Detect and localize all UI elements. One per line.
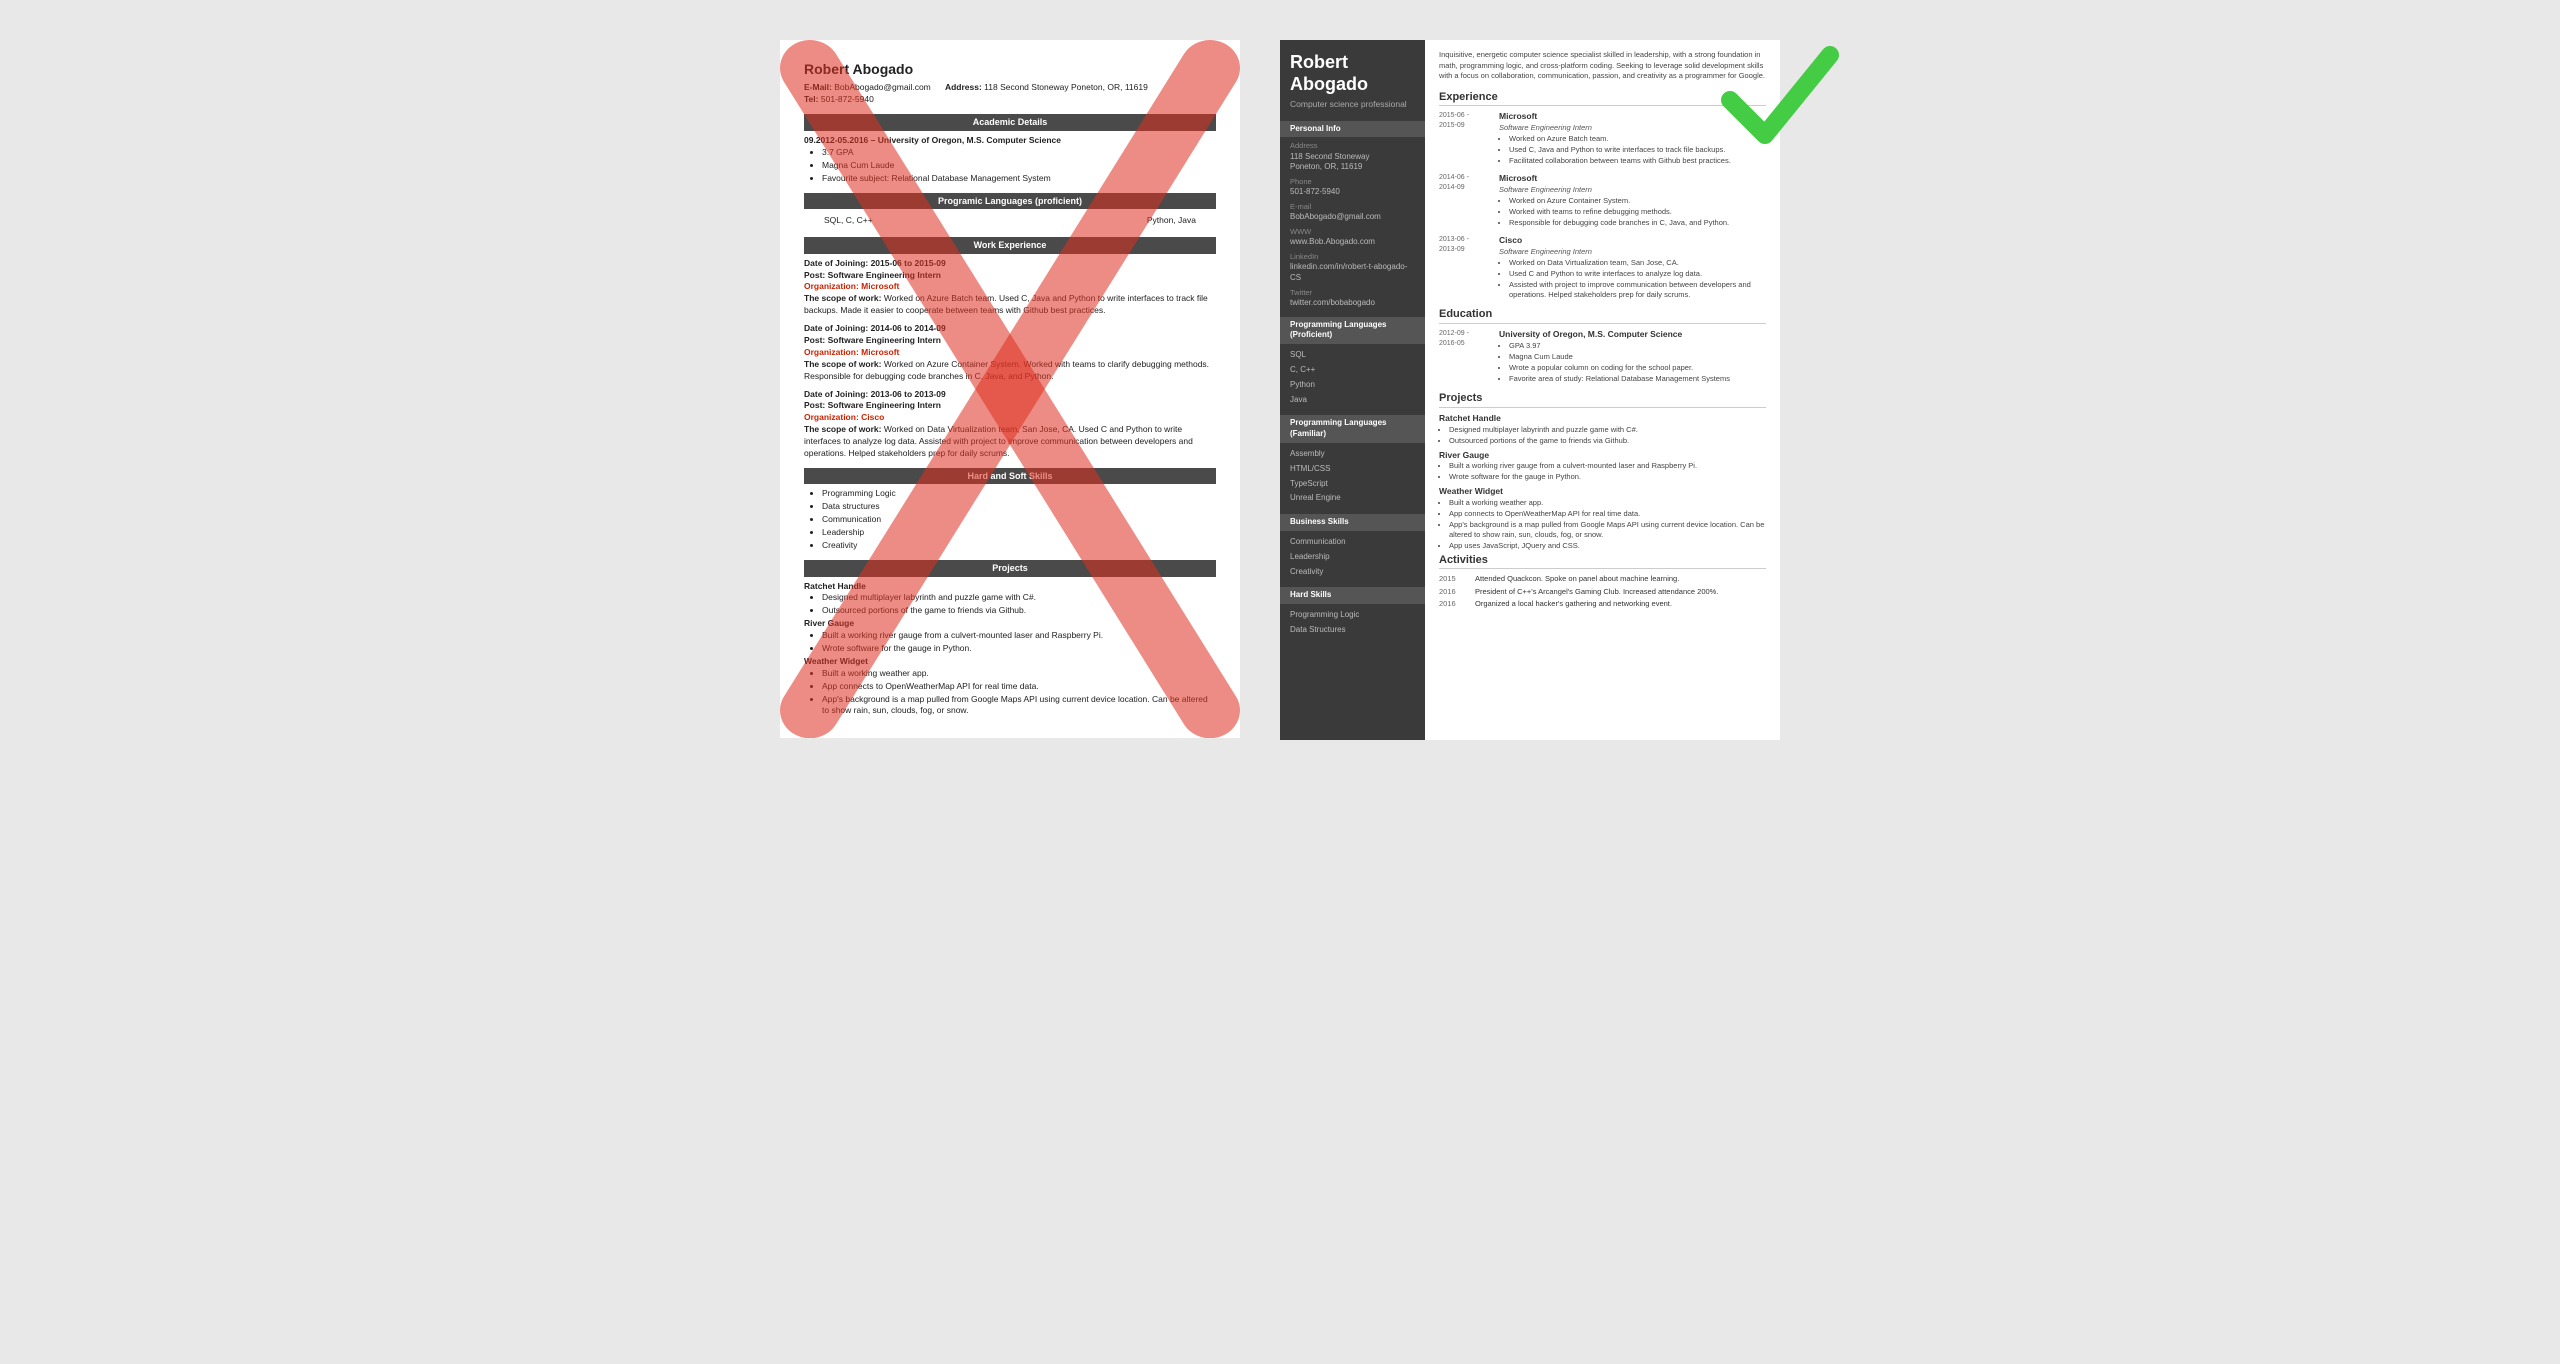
hard-header: Hard Skills [1280,587,1425,604]
business-header: Business Skills [1280,514,1425,531]
right-resume: RobertAbogado Computer science professio… [1280,40,1780,740]
prog-prof-list: SQLC, C++PythonJava [1290,348,1415,407]
sidebar-address: 118 Second StonewayPoneton, OR, 11619 [1290,152,1415,174]
edu-section-header: Education [1439,307,1766,324]
sidebar-list-item: Leadership [1290,550,1415,565]
activity-entry: 2015Attended Quackcon. Spoke on panel ab… [1439,574,1766,584]
left-name: Robert Abogado [804,60,1216,80]
activities-list: 2015Attended Quackcon. Spoke on panel ab… [1439,574,1766,608]
project-entry: Ratchet HandleDesigned multiplayer labyr… [1439,413,1766,446]
activity-entry: 2016Organized a local hacker's gathering… [1439,599,1766,609]
work-entry: Date of Joining: 2013-06 to 2013-09 Post… [804,389,1216,460]
sidebar-list-item: TypeScript [1290,477,1415,492]
sidebar-title: Computer science professional [1290,99,1415,110]
skills-header: Hard and Soft Skills [804,468,1216,485]
project-entry: River GaugeBuilt a working river gauge f… [1439,450,1766,483]
experience-list: 2015-06 -2015-09 Microsoft Software Engi… [1439,111,1766,301]
sidebar-list-item: Unreal Engine [1290,491,1415,506]
work-exp-header: Work Experience [804,237,1216,254]
fav-subject: Favourite subject: Relational Database M… [822,173,1216,185]
prog-lang-row: SQL, C, C++ Python, Java [804,213,1216,229]
sidebar-list-item: Assembly [1290,447,1415,462]
prog-fam-list: AssemblyHTML/CSSTypeScriptUnreal Engine [1290,447,1415,506]
hard-list: Programming LogicData Structures [1290,608,1415,638]
sidebar-list-item: Programming Logic [1290,608,1415,623]
skill-item: Creativity [822,540,1216,552]
education-list: 2012-09 -2016-05 University of Oregon, M… [1439,329,1766,385]
work-entry: Date of Joining: 2015-06 to 2015-09 Post… [804,258,1216,317]
work-entry: Date of Joining: 2014-06 to 2014-09 Post… [804,323,1216,382]
summary: Inquisitive, energetic computer science … [1439,50,1766,82]
projects-list: Ratchet HandleDesigned multiplayer labyr… [1439,413,1766,552]
exp-entry: 2014-06 -2014-09 Microsoft Software Engi… [1439,173,1766,229]
skill-item: Communication [822,514,1216,526]
academic-header: Academic Details [804,114,1216,131]
projects-header: Projects [804,560,1216,577]
academic-block: 09.2012-05.2016 – University of Oregon, … [804,135,1216,185]
projects-section: Ratchet HandleDesigned multiplayer labyr… [804,581,1216,718]
act-section-header: Activities [1439,553,1766,570]
left-email-line: E-Mail: BobAbogado@gmail.com Address: 11… [804,82,1216,94]
prog-fam-header: Programming Languages (Familiar) [1280,415,1425,443]
prog-lang-header: Programic Languages (proficient) [804,193,1216,210]
left-tel-line: Tel: 501-872-5940 [804,94,1216,106]
sidebar-list-item: Data Structures [1290,623,1415,638]
gpa: 3.7 GPA [822,147,1216,159]
sidebar-list-item: Communication [1290,535,1415,550]
left-resume: Robert Abogado E-Mail: BobAbogado@gmail.… [780,40,1240,738]
skill-item: Data structures [822,501,1216,513]
sidebar-list-item: C, C++ [1290,363,1415,378]
exp-entry: 2013-06 -2013-09 Cisco Software Engineer… [1439,235,1766,301]
skill-item: Leadership [822,527,1216,539]
business-list: CommunicationLeadershipCreativity [1290,535,1415,579]
honor: Magna Cum Laude [822,160,1216,172]
sidebar-list-item: HTML/CSS [1290,462,1415,477]
prog-prof-header: Programming Languages (Proficient) [1280,317,1425,345]
edu-entry: 2012-09 -2016-05 University of Oregon, M… [1439,329,1766,385]
sidebar-list-item: Python [1290,378,1415,393]
skill-item: Programming Logic [822,488,1216,500]
project-item: River GaugeBuilt a working river gauge f… [804,618,1216,655]
sidebar: RobertAbogado Computer science professio… [1280,40,1425,740]
exp-entry: 2015-06 -2015-09 Microsoft Software Engi… [1439,111,1766,167]
skills-list: Programming LogicData structuresCommunic… [822,488,1216,551]
right-resume-wrapper: RobertAbogado Computer science professio… [1280,40,1780,740]
sidebar-list-item: Java [1290,393,1415,408]
project-item: Ratchet HandleDesigned multiplayer labyr… [804,581,1216,618]
left-resume-wrapper: Robert Abogado E-Mail: BobAbogado@gmail.… [780,40,1240,738]
sidebar-name: RobertAbogado [1290,52,1415,95]
proj-section-header: Projects [1439,391,1766,408]
personal-info-header: Personal Info [1280,121,1425,138]
work-entries: Date of Joining: 2015-06 to 2015-09 Post… [804,258,1216,460]
project-item: Weather WidgetBuilt a working weather ap… [804,656,1216,717]
exp-section-header: Experience [1439,90,1766,107]
activity-entry: 2016President of C++'s Arcangel's Gaming… [1439,587,1766,597]
sidebar-list-item: Creativity [1290,565,1415,580]
sidebar-list-item: SQL [1290,348,1415,363]
main-content: Inquisitive, energetic computer science … [1425,40,1780,740]
project-entry: Weather WidgetBuilt a working weather ap… [1439,486,1766,551]
